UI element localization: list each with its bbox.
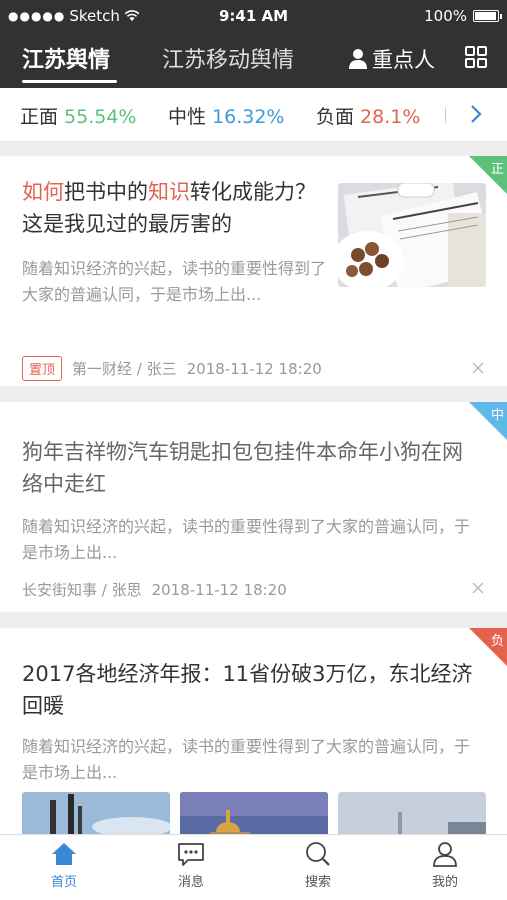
key-person-label: 重点人: [372, 48, 435, 72]
neutral-value: 16.32%: [212, 106, 285, 128]
divider: [445, 107, 446, 123]
grid-menu-icon[interactable]: [465, 46, 487, 68]
article-meta: 置顶 第一财经 / 张三 2018-11-12 18:20: [22, 356, 322, 381]
article-meta: 长安街知事 / 张思 2018-11-12 18:20: [22, 579, 287, 600]
negative-value: 28.1%: [360, 106, 421, 128]
bottom-nav: 首页 消息 搜索 我的: [0, 834, 507, 900]
article-time: 2018-11-12 18:20: [186, 359, 322, 378]
article-thumbnail: [338, 183, 486, 287]
message-icon: [178, 843, 204, 866]
battery-percent: 100%: [424, 7, 467, 25]
chevron-right-icon[interactable]: [466, 102, 486, 126]
close-icon[interactable]: [471, 361, 485, 375]
title-text: 把书中的: [64, 180, 148, 204]
article-source: 长安街知事 / 张思: [22, 581, 142, 599]
article-description: 随着知识经济的兴起，读书的重要性得到了大家的普遍认同，于是市场上出...: [22, 737, 471, 782]
tab-jiangsu-opinion[interactable]: 江苏舆情: [22, 42, 110, 74]
article-card[interactable]: 负 2017各地经济年报：11省份破3万亿，东北经济回暖 随着知识经济的兴起，读…: [0, 628, 507, 834]
active-tab-indicator: [22, 80, 117, 83]
profile-icon: [433, 842, 457, 867]
sentiment-stats-bar: 正面 55.54% 中性 16.32% 负面 28.1%: [0, 88, 507, 142]
article-title: 如何把书中的知识转化成能力？这是我见过的最厉害的: [22, 176, 322, 240]
article-title: 狗年吉祥物汽车钥匙扣包包挂件本命年小狗在网络中走红: [22, 440, 463, 496]
search-icon: [306, 842, 330, 866]
nav-search[interactable]: 搜索: [268, 841, 368, 890]
channel-tabs: 江苏舆情 江苏移动舆情 重点人: [0, 36, 507, 88]
article-description: 随着知识经济的兴起，读书的重要性得到了大家的普遍认同，于是市场上出...: [22, 517, 471, 562]
battery-info: 100%: [424, 7, 502, 25]
article-card[interactable]: 正 如何把书中的知识转化成能力？这是我见过的最厉害的 随着知识经济的兴起，读书的…: [0, 156, 507, 386]
title-highlight: 如何: [22, 180, 64, 204]
neutral-label: 中性: [168, 106, 207, 128]
sentiment-badge: 中: [490, 408, 504, 423]
home-icon: [52, 843, 76, 865]
nav-home-label: 首页: [50, 875, 77, 890]
sentiment-positive[interactable]: 正面 55.54%: [20, 102, 136, 129]
nav-profile-label: 我的: [431, 875, 458, 890]
nav-search-label: 搜索: [304, 875, 331, 890]
tab-jiangsu-mobile-opinion[interactable]: 江苏移动舆情: [162, 42, 294, 74]
close-icon[interactable]: [471, 581, 485, 595]
nav-messages[interactable]: 消息: [141, 841, 241, 890]
status-bar: ●●●●● Sketch 9:41 AM 100%: [0, 0, 507, 32]
article-source: 第一财经 / 张三: [72, 360, 177, 378]
article-time: 2018-11-12 18:20: [151, 580, 287, 599]
article-image-2: [180, 792, 328, 834]
positive-label: 正面: [20, 106, 59, 128]
key-person-button[interactable]: 重点人: [348, 44, 435, 74]
nav-profile[interactable]: 我的: [395, 841, 495, 890]
article-title: 2017各地经济年报：11省份破3万亿，东北经济回暖: [22, 662, 473, 718]
article-image-1: [22, 792, 170, 834]
pinned-badge: 置顶: [22, 356, 63, 381]
top-bar: ●●●●● Sketch 9:41 AM 100% 江苏舆情 江苏移动舆情 重点…: [0, 0, 507, 88]
sentiment-badge: 负: [490, 634, 504, 649]
article-card[interactable]: 中 狗年吉祥物汽车钥匙扣包包挂件本命年小狗在网络中走红 随着知识经济的兴起，读书…: [0, 402, 507, 612]
negative-label: 负面: [316, 106, 355, 128]
battery-icon: [473, 10, 502, 22]
sentiment-badge: 正: [490, 162, 504, 177]
nav-messages-label: 消息: [177, 875, 204, 890]
article-image-3: [338, 792, 486, 834]
title-highlight: 知识: [148, 180, 190, 204]
sentiment-negative[interactable]: 负面 28.1%: [316, 102, 420, 129]
person-icon: [349, 49, 367, 69]
positive-value: 55.54%: [64, 106, 137, 128]
article-description: 随着知识经济的兴起，读书的重要性得到了大家的普遍认同，于是市场上出...: [22, 259, 327, 304]
sentiment-neutral[interactable]: 中性 16.32%: [168, 102, 284, 129]
nav-home[interactable]: 首页: [14, 841, 114, 890]
